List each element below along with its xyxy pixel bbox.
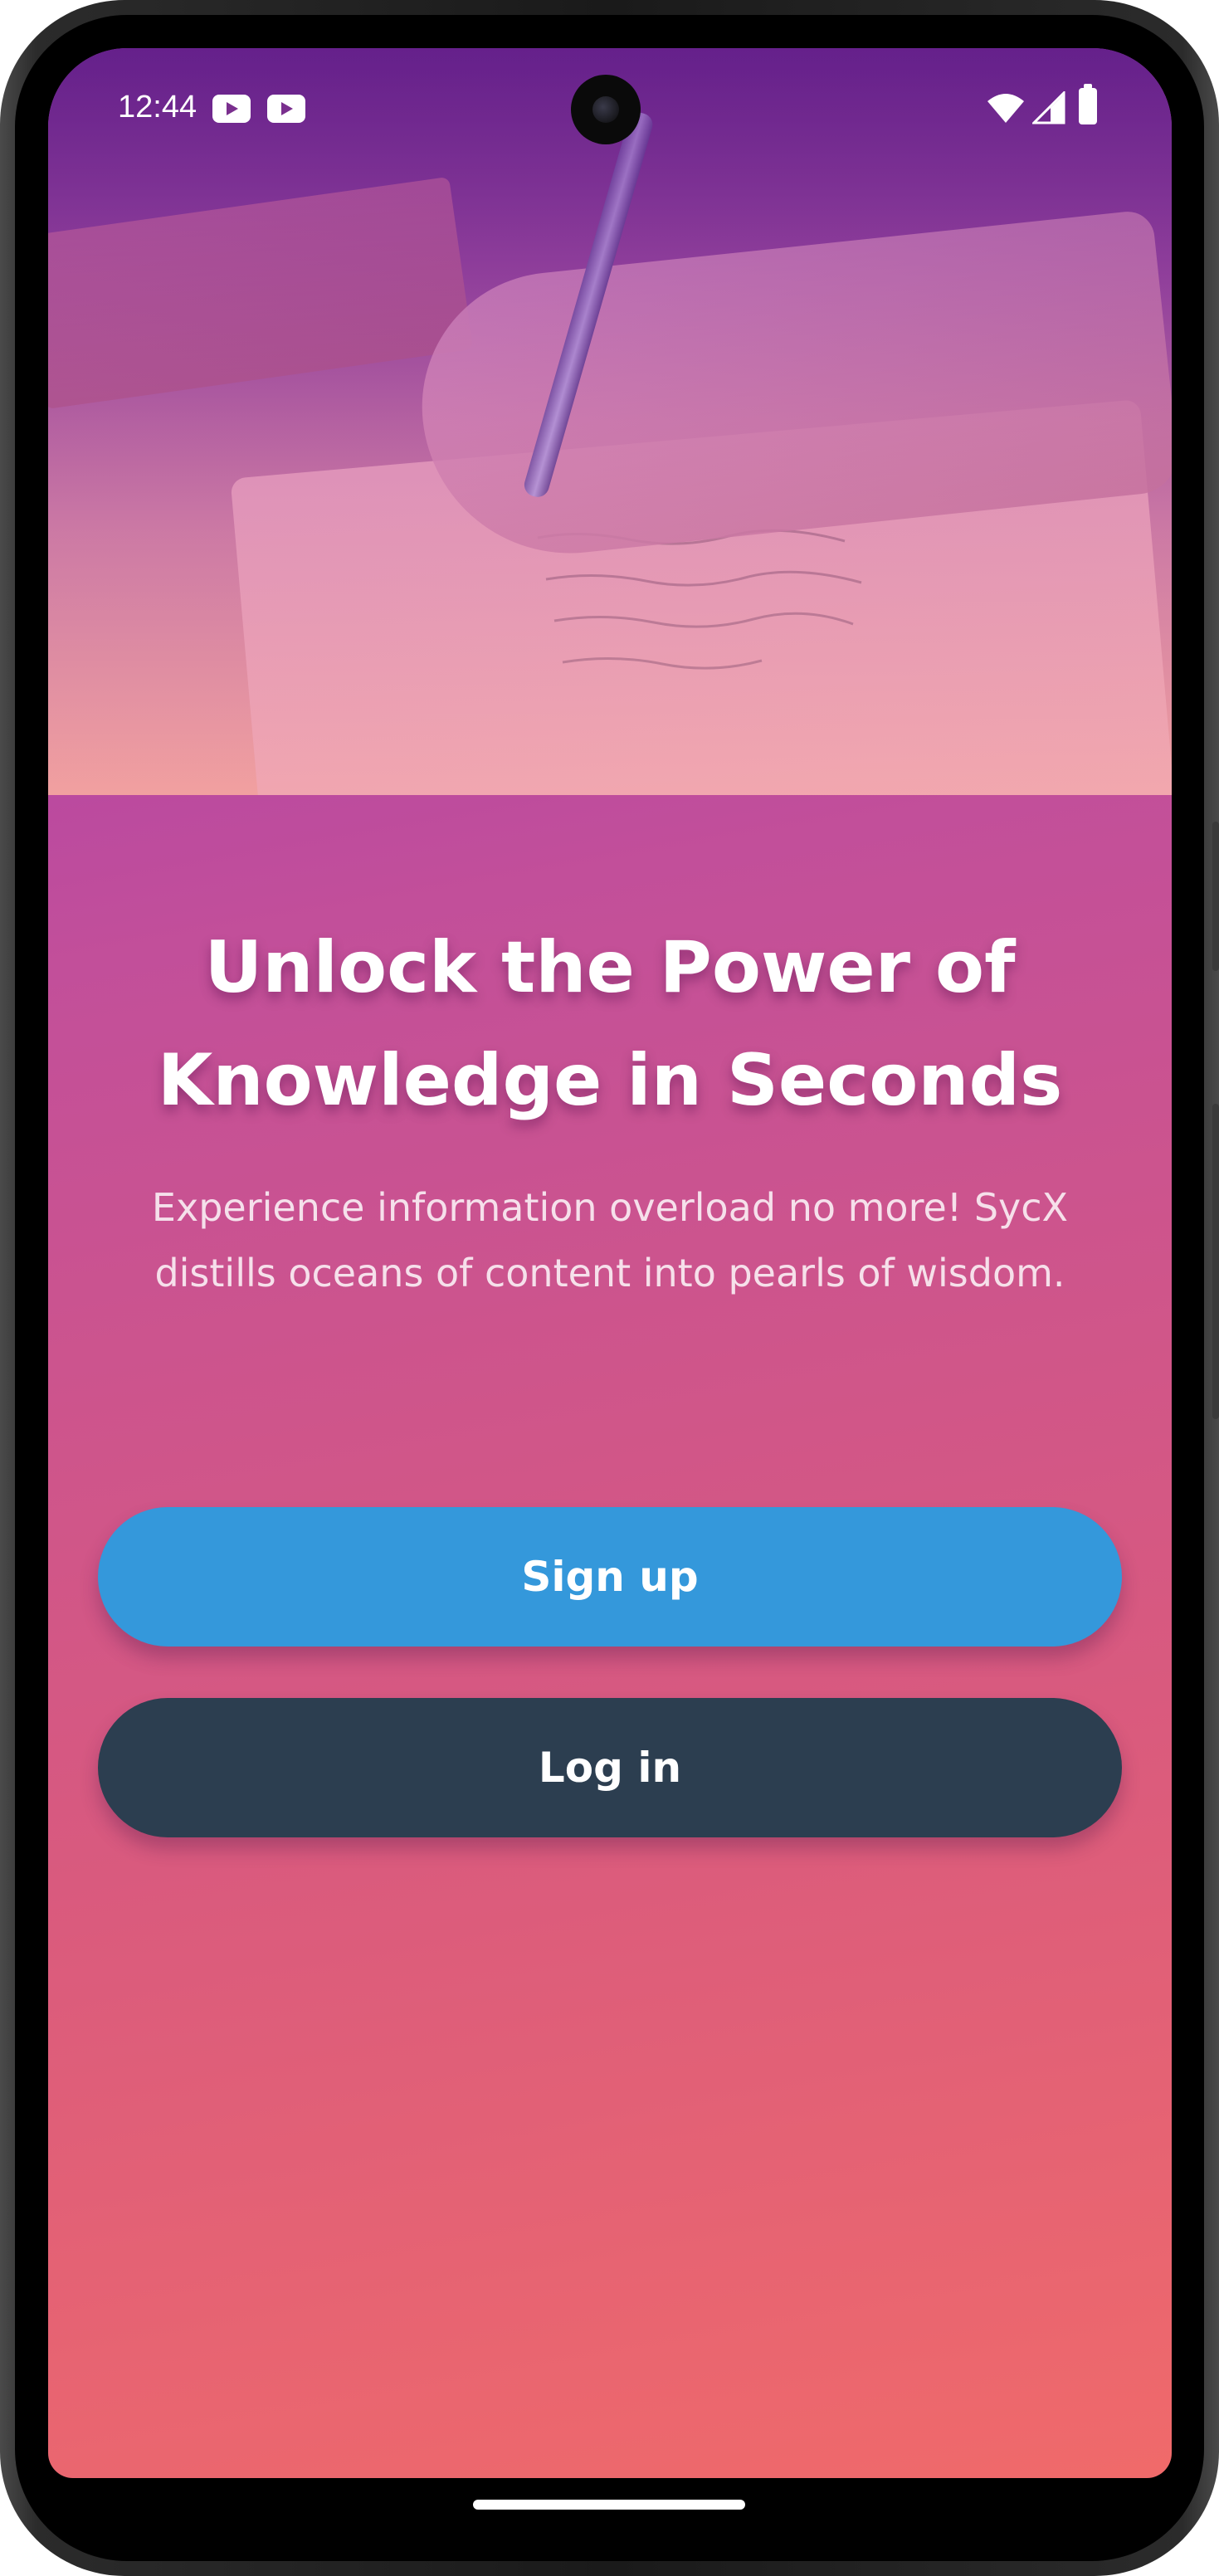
welcome-content: Unlock the Power of Knowledge in Seconds…	[48, 795, 1172, 2478]
volume-button	[1212, 1104, 1219, 1419]
youtube-icon	[267, 95, 305, 123]
headline: Unlock the Power of Knowledge in Seconds	[157, 926, 1063, 1122]
front-camera	[571, 75, 641, 144]
youtube-icon	[212, 95, 251, 123]
app-screen: 12:44 Unlock the Power of Knowledge in S…	[48, 48, 1172, 2478]
wifi-icon	[987, 94, 1024, 123]
signal-icon	[1032, 91, 1065, 124]
battery-icon	[1079, 84, 1097, 124]
gesture-nav-handle[interactable]	[473, 2500, 745, 2510]
status-bar: 12:44	[48, 48, 1172, 164]
power-button	[1212, 822, 1219, 971]
signup-button[interactable]: Sign up	[98, 1507, 1122, 1647]
status-time: 12:44	[118, 90, 197, 124]
subtitle: Experience information overload no more!…	[151, 1185, 1069, 1295]
login-button[interactable]: Log in	[98, 1698, 1122, 1837]
